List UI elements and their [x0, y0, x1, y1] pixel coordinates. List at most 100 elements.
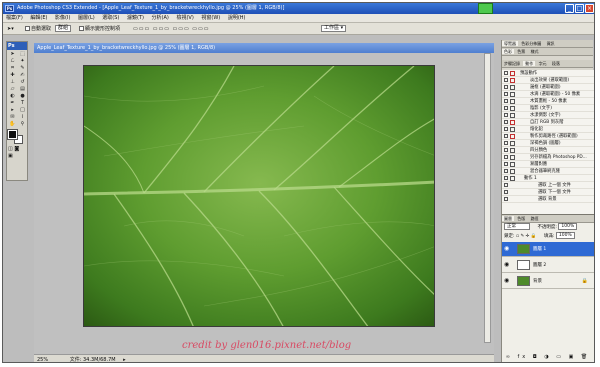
crop-tool-icon[interactable]: ⌗ — [8, 65, 17, 71]
zoom-level[interactable]: 25% — [37, 357, 48, 362]
slice-tool-icon[interactable]: ✎ — [18, 65, 27, 71]
lasso-tool-icon[interactable]: ℒ — [8, 58, 17, 64]
action-step[interactable]: 選取 下一個 文件 — [502, 189, 594, 196]
eye-icon[interactable]: ◉ — [504, 278, 510, 284]
action-item[interactable]: 水滴 (選取範圍) - 50 像素 — [502, 91, 594, 98]
opacity-field[interactable]: 100% — [558, 223, 578, 230]
eye-icon[interactable]: ◉ — [504, 246, 510, 252]
layer-row-2[interactable]: ◉ 圖層 2 — [502, 258, 594, 273]
document-title: Apple_Leaf_Texture_1_by_bracketwreckhyll… — [37, 45, 216, 51]
layer-row-1[interactable]: ◉ 圖層 1 — [502, 242, 594, 257]
menu-window[interactable]: 視窗(W) — [198, 15, 223, 21]
layer-row-background[interactable]: ◉ 背景 🔒 — [502, 274, 594, 289]
menu-edit[interactable]: 編輯(E) — [27, 15, 50, 21]
action-item[interactable]: 自訂 RGB 到灰階 — [502, 119, 594, 126]
tab-history[interactable]: 步驟記錄 — [502, 61, 522, 66]
action-item[interactable]: 木質畫框 - 50 像素 — [502, 98, 594, 105]
move-tool-icon[interactable]: ➤▾ — [7, 25, 14, 33]
tab-color[interactable]: 色彩 — [502, 49, 514, 54]
menu-view[interactable]: 檢視(V) — [173, 15, 196, 21]
gradient-tool-icon[interactable]: ▤ — [18, 86, 27, 92]
workspace-dropdown[interactable]: 工作區 ▾ — [321, 25, 347, 32]
hand-tool-icon[interactable]: ✋ — [8, 121, 17, 127]
tab-histogram[interactable]: 色彩分佈圖 — [519, 41, 543, 46]
action-set[interactable]: 預設動作 — [502, 70, 594, 77]
action-step[interactable]: 選取 上一個 文件 — [502, 182, 594, 189]
action-item[interactable]: 動作 1 — [502, 175, 594, 182]
action-step[interactable]: 選取 背景 — [502, 196, 594, 203]
layers-toolbar[interactable]: ∞ fx ◘ ◑ ▭ ▣ 🗑 — [502, 354, 594, 360]
color-swatches[interactable] — [7, 129, 26, 144]
blur-tool-icon[interactable]: ◐ — [8, 93, 17, 99]
action-item[interactable]: 四分顏色 — [502, 147, 594, 154]
menu-select[interactable]: 選取(S) — [99, 15, 122, 21]
menu-analysis[interactable]: 分析(A) — [149, 15, 172, 21]
action-item[interactable]: 製作剪裁路徑 (選取範圍) — [502, 133, 594, 140]
photoshop-app-icon: Ps — [5, 5, 14, 12]
action-item[interactable]: 深褐色調 (圖層) — [502, 140, 594, 147]
document-window: Apple_Leaf_Texture_1_by_bracketwreckhyll… — [34, 43, 494, 362]
eyedropper-tool-icon[interactable]: ⌇ — [18, 114, 27, 120]
tab-paragraph[interactable]: 段落 — [550, 61, 562, 66]
auto-select-checkbox[interactable] — [25, 26, 30, 31]
tab-swatches[interactable]: 色票 — [515, 49, 527, 54]
foreground-color-swatch[interactable] — [7, 129, 18, 140]
show-transform-checkbox[interactable] — [79, 26, 84, 31]
tab-channels[interactable]: 色版 — [515, 216, 527, 221]
quick-mask-icon[interactable]: ◫ ◙ — [8, 146, 26, 153]
eye-icon[interactable]: ◉ — [504, 262, 510, 268]
status-menu-arrow-icon[interactable]: ▸ — [123, 357, 126, 362]
action-item[interactable]: 混合器筆刷克隆 — [502, 168, 594, 175]
brush-tool-icon[interactable]: ✍ — [18, 72, 27, 78]
zoom-tool-icon[interactable]: ⚲ — [18, 121, 27, 127]
auto-select-dropdown[interactable]: 群組 — [55, 25, 72, 32]
maximize-button[interactable]: □ — [575, 4, 584, 13]
image-canvas[interactable] — [83, 65, 435, 327]
marquee-tool-icon[interactable]: ⬚ — [18, 51, 27, 57]
layer-thumbnail — [517, 276, 530, 286]
action-item[interactable]: 淡出效果 (選取範圍) — [502, 77, 594, 84]
healing-tool-icon[interactable]: ✚ — [8, 72, 17, 78]
shape-tool-icon[interactable]: □ — [18, 107, 27, 113]
eraser-tool-icon[interactable]: ▱ — [8, 86, 17, 92]
tab-layers[interactable]: 圖層 — [502, 216, 514, 221]
panel-dock: 導覽器 色彩分佈圖 資訊 色彩 色票 樣式 步驟記錄 動作 字元 段落 預設動作… — [501, 40, 594, 362]
auto-select-option[interactable]: 自動選取 — [25, 25, 51, 33]
type-tool-icon[interactable]: T — [18, 100, 27, 106]
notes-tool-icon[interactable]: ✉ — [8, 114, 17, 120]
action-item[interactable]: 另存新檔為 Photoshop PD... — [502, 154, 594, 161]
action-item[interactable]: 漸層對應 — [502, 161, 594, 168]
stamp-tool-icon[interactable]: ⊥ — [8, 79, 17, 85]
tab-actions[interactable]: 動作 — [523, 61, 536, 66]
close-button[interactable]: × — [585, 4, 594, 13]
minimize-button[interactable]: _ — [565, 4, 574, 13]
dodge-tool-icon[interactable]: ● — [18, 93, 27, 99]
menu-file[interactable]: 檔案(F) — [3, 15, 26, 21]
blend-mode-dropdown[interactable]: 正常 — [504, 223, 530, 230]
action-item[interactable]: 水漾倒影 (文字) — [502, 112, 594, 119]
menu-filter[interactable]: 濾鏡(T) — [124, 15, 147, 21]
quick-select-tool-icon[interactable]: ✦ — [18, 58, 27, 64]
history-brush-tool-icon[interactable]: ↺ — [18, 79, 27, 85]
menu-help[interactable]: 說明(H) — [225, 15, 249, 21]
tab-info[interactable]: 資訊 — [545, 41, 557, 46]
vertical-scrollbar[interactable] — [484, 53, 491, 343]
pen-tool-icon[interactable]: ✒ — [8, 100, 17, 106]
tab-paths[interactable]: 路徑 — [529, 216, 541, 221]
align-buttons[interactable]: ▭▭▭ ▭▭▭ ▭▭▭ ▭▭▭ — [133, 25, 209, 33]
tab-navigator[interactable]: 導覽器 — [502, 41, 518, 46]
action-item[interactable]: 邊框 (選取範圍) — [502, 84, 594, 91]
status-bar: 25% 文件: 34.3M/68.7M ▸ — [34, 354, 494, 362]
action-item[interactable]: 熔化鉛 — [502, 126, 594, 133]
screen-mode-icon[interactable]: ▣ — [8, 153, 26, 160]
lock-icons[interactable]: ▫ ✎ ✛ 🔒 — [516, 234, 537, 239]
tab-styles[interactable]: 樣式 — [529, 49, 541, 54]
fill-field[interactable]: 100% — [555, 232, 575, 239]
menu-layer[interactable]: 圖層(L) — [75, 15, 98, 21]
path-select-tool-icon[interactable]: ▸ — [8, 107, 17, 113]
show-transform-option[interactable]: 顯示變形控制項 — [79, 25, 120, 33]
tab-character[interactable]: 字元 — [537, 61, 549, 66]
menu-image[interactable]: 影像(I) — [52, 15, 73, 21]
move-tool-icon[interactable]: ➤ — [8, 51, 17, 57]
action-item[interactable]: 陰影 (文字) — [502, 105, 594, 112]
